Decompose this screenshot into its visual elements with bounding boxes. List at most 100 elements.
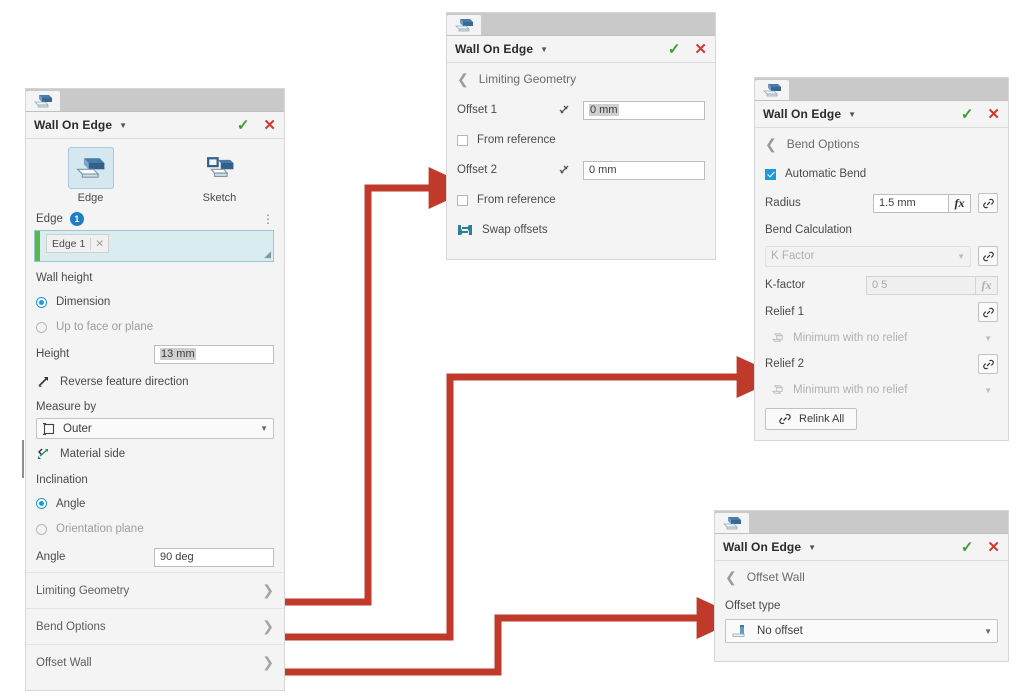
angle-input[interactable]: 90 deg <box>154 547 274 567</box>
chevron-left-icon[interactable]: ❮ <box>725 569 737 586</box>
confirm-button[interactable]: ✓ <box>961 107 974 122</box>
from-reference-2-row[interactable]: From reference <box>447 185 715 215</box>
wall-on-edge-tab[interactable] <box>26 91 60 111</box>
edge-chip[interactable]: Edge 1 ✕ <box>46 234 110 253</box>
bo-back-header[interactable]: ❮ Bend Options <box>755 128 1008 160</box>
bend-calculation-row: K Factor ▼ <box>755 242 1008 270</box>
link-icon <box>982 198 994 208</box>
lg-back-header[interactable]: ❮ Limiting Geometry <box>447 63 715 95</box>
wall-height-option-up-to-face[interactable]: Up to face or plane <box>26 314 284 340</box>
checkbox-from-reference-1[interactable] <box>457 134 468 146</box>
material-side-row[interactable]: Material side <box>26 439 284 469</box>
swap-offsets-label: Swap offsets <box>482 224 548 236</box>
relink-all-button[interactable]: Relink All <box>765 408 858 430</box>
bend-calculation-label-row: Bend Calculation <box>755 218 1008 242</box>
chevron-down-icon[interactable]: ▼ <box>984 386 992 395</box>
main-panel-title: Wall On Edge <box>34 118 113 132</box>
radius-input[interactable]: 1.5 mm <box>873 193 949 213</box>
chevron-left-icon[interactable]: ❮ <box>765 136 777 153</box>
title-dropdown-icon[interactable]: ▼ <box>808 543 816 552</box>
radio-dimension[interactable] <box>36 296 47 308</box>
ow-heading: Offset Wall <box>746 570 805 584</box>
chevron-right-icon[interactable]: ❯ <box>262 618 274 635</box>
k-factor-fx-button[interactable]: fx <box>976 275 998 295</box>
kebab-menu-icon[interactable]: ⋮ <box>262 213 274 225</box>
chevron-down-icon[interactable]: ▼ <box>957 252 965 261</box>
radio-up-to-face[interactable] <box>36 321 47 333</box>
angle-row: Angle 90 deg <box>26 542 284 572</box>
radius-link-button[interactable] <box>978 193 998 213</box>
bend-calculation-link-button[interactable] <box>978 246 998 266</box>
wall-on-edge-tab[interactable] <box>755 80 789 100</box>
section-bend-options[interactable]: Bend Options ❯ <box>26 608 284 644</box>
resize-grip-icon[interactable]: ◢ <box>264 249 271 260</box>
panel-resize-handle[interactable] <box>22 440 24 478</box>
wall-on-edge-tab[interactable] <box>715 513 749 533</box>
relief2-dropdown[interactable]: Minimum with no relief ▼ <box>765 380 998 401</box>
title-dropdown-icon[interactable]: ▼ <box>848 110 856 119</box>
cancel-button[interactable]: ✕ <box>694 42 707 57</box>
measure-by-dropdown[interactable]: Outer ▼ <box>36 418 274 439</box>
confirm-button[interactable]: ✓ <box>237 118 250 133</box>
wall-height-option-dimension[interactable]: Dimension <box>26 290 284 314</box>
ow-back-header[interactable]: ❮ Offset Wall <box>715 561 1008 593</box>
checkbox-automatic-bend[interactable] <box>765 168 776 180</box>
k-factor-input[interactable]: 0 5 <box>866 275 976 295</box>
from-reference-1-row[interactable]: From reference <box>447 125 715 155</box>
sketch-button-label: Sketch <box>202 192 237 204</box>
relief1-link-button[interactable] <box>978 302 998 322</box>
inclination-option-orientation-plane[interactable]: Orientation plane <box>26 516 284 542</box>
bend-calculation-dropdown[interactable]: K Factor ▼ <box>765 245 971 267</box>
chevron-right-icon[interactable]: ❯ <box>262 654 274 671</box>
height-input[interactable]: 13 mm <box>154 344 274 364</box>
relief2-link-button[interactable] <box>978 354 998 374</box>
cancel-button[interactable]: ✕ <box>987 540 1000 555</box>
wall-height-label-row: Wall height <box>26 266 284 290</box>
chevron-right-icon[interactable]: ❯ <box>262 582 274 599</box>
section-offset-wall[interactable]: Offset Wall ❯ <box>26 644 284 680</box>
confirm-button[interactable]: ✓ <box>961 540 974 555</box>
relief1-dropdown[interactable]: Minimum with no relief ▼ <box>765 328 998 349</box>
edge-selection-box[interactable]: Edge 1 ✕ ◢ <box>34 230 274 262</box>
measure-by-label-row: Measure by <box>26 396 284 418</box>
title-dropdown-icon[interactable]: ▼ <box>119 121 127 130</box>
wall-on-edge-icon <box>33 94 52 107</box>
height-label: Height <box>36 348 70 360</box>
chevron-down-icon[interactable]: ▼ <box>260 424 268 433</box>
cancel-button[interactable]: ✕ <box>263 118 276 133</box>
measure-offset-icon[interactable] <box>557 102 573 118</box>
k-factor-label: K-factor <box>765 279 806 291</box>
confirm-button[interactable]: ✓ <box>668 42 681 57</box>
radio-angle[interactable] <box>36 498 47 509</box>
type-button-edge[interactable]: Edge <box>26 147 155 204</box>
reverse-direction-icon <box>38 377 48 387</box>
offset-type-dropdown[interactable]: No offset ▼ <box>725 619 998 643</box>
radio-orientation-plane[interactable] <box>36 523 47 535</box>
type-button-sketch[interactable]: Sketch <box>155 147 284 204</box>
reverse-feature-direction-row[interactable]: Reverse feature direction <box>26 368 284 396</box>
measure-offset-icon[interactable] <box>557 162 573 178</box>
cancel-button[interactable]: ✕ <box>987 107 1000 122</box>
up-to-face-label: Up to face or plane <box>56 321 154 333</box>
inclination-option-angle[interactable]: Angle <box>26 491 284 516</box>
measure-by-label: Measure by <box>36 401 97 413</box>
chevron-left-icon[interactable]: ❮ <box>457 71 469 88</box>
radius-value: 1.5 mm <box>879 197 916 209</box>
offset1-input[interactable]: 0 mm <box>583 100 705 120</box>
wall-on-edge-tab[interactable] <box>447 15 481 35</box>
swap-offsets-row[interactable]: Swap offsets <box>447 215 715 245</box>
automatic-bend-row[interactable]: Automatic Bend <box>755 160 1008 188</box>
radius-fx-button[interactable]: fx <box>949 193 971 213</box>
connector-bend-options <box>284 356 783 641</box>
title-dropdown-icon[interactable]: ▼ <box>540 45 548 54</box>
offset2-input[interactable]: 0 mm <box>583 160 705 180</box>
relief1-label-row: Relief 1 <box>755 300 1008 324</box>
edge-button-box[interactable] <box>67 147 114 189</box>
checkbox-from-reference-2[interactable] <box>457 194 468 206</box>
section-limiting-geometry[interactable]: Limiting Geometry ❯ <box>26 572 284 608</box>
chevron-down-icon[interactable]: ▼ <box>984 627 992 636</box>
close-icon[interactable]: ✕ <box>90 237 108 250</box>
chevron-down-icon[interactable]: ▼ <box>984 334 992 343</box>
sketch-button-box[interactable] <box>197 147 243 189</box>
bend-calculation-value: K Factor <box>771 250 815 262</box>
